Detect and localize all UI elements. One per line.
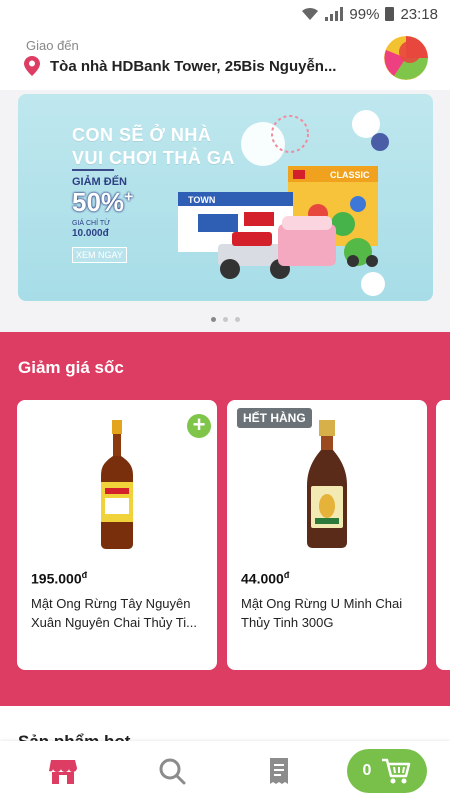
town-box-label: TOWN xyxy=(188,195,215,205)
signal-icon xyxy=(325,7,344,21)
banner-divider xyxy=(72,169,114,171)
address-text: Tòa nhà HDBank Tower, 25Bis Nguyễn... xyxy=(50,57,337,75)
search-icon[interactable] xyxy=(157,756,187,786)
product-card[interactable]: HẾT HÀNG 44.000đ Mật Ong Rừng U Minh Cha… xyxy=(227,400,427,670)
orders-icon[interactable] xyxy=(264,756,294,786)
header: Giao đến Tòa nhà HDBank Tower, 25Bis Ngu… xyxy=(0,28,450,90)
flash-sale-title: Giảm giá sốc xyxy=(18,358,124,377)
cart-icon xyxy=(382,758,411,784)
location-pin-icon xyxy=(24,56,40,76)
avatar[interactable] xyxy=(384,36,428,80)
product-price: 44.000đ xyxy=(241,570,290,587)
sold-out-badge: HẾT HÀNG xyxy=(237,408,312,428)
flash-sale-section: Giảm giá sốc + 195.000đ Mật Ong Rừng Tây… xyxy=(0,332,450,706)
carousel-dot[interactable] xyxy=(222,317,228,322)
cart-count: 0 xyxy=(362,762,372,779)
status-bar: 99% 23:18 xyxy=(0,0,450,28)
wifi-icon xyxy=(302,7,319,20)
address-selector[interactable]: Tòa nhà HDBank Tower, 25Bis Nguyễn... xyxy=(24,56,336,76)
bottom-navigation: 0 xyxy=(0,741,450,800)
deliver-label: Giao đến xyxy=(26,38,79,53)
product-card[interactable]: + 195.000đ Mật Ong Rừng Tây Nguyên Xuân … xyxy=(17,400,217,670)
hot-products-section: Sản phẩm hot xyxy=(0,706,450,751)
cart-button[interactable]: 0 xyxy=(347,749,427,793)
banner-price-label: GIÁ CHỈ TỪ xyxy=(72,220,111,227)
product-name: Mật Ong Rừng U Minh Chai Thủy Tinh 300G xyxy=(241,596,403,630)
toy-boxes-illustration: CLASSIC TOWN xyxy=(178,110,389,296)
add-to-cart-button[interactable]: + xyxy=(187,414,211,438)
classic-box-label: CLASSIC xyxy=(330,170,370,180)
product-image xyxy=(17,420,217,560)
battery-percent: 99% xyxy=(349,5,380,23)
product-price: 195.000đ xyxy=(31,570,88,587)
carousel-indicator xyxy=(0,317,450,322)
clock: 23:18 xyxy=(400,5,438,23)
banner-discount-value: 50%+ xyxy=(72,187,134,217)
product-name: Mật Ong Rừng Tây Nguyên Xuân Nguyên Chai… xyxy=(31,596,197,630)
product-card-peek[interactable] xyxy=(436,400,450,670)
product-image xyxy=(227,420,427,560)
battery-icon xyxy=(385,7,395,21)
banner-cta-button[interactable]: XEM NGAY xyxy=(72,247,127,263)
store-icon[interactable] xyxy=(48,756,78,786)
promo-banner[interactable]: CON SẼ Ở NHÀ VUI CHƠI THẢ GA GIẢM ĐẾN 50… xyxy=(18,94,433,301)
banner-price-value: 10.000đ xyxy=(72,228,109,239)
carousel-dot[interactable] xyxy=(210,317,216,322)
carousel-dot[interactable] xyxy=(234,317,240,322)
